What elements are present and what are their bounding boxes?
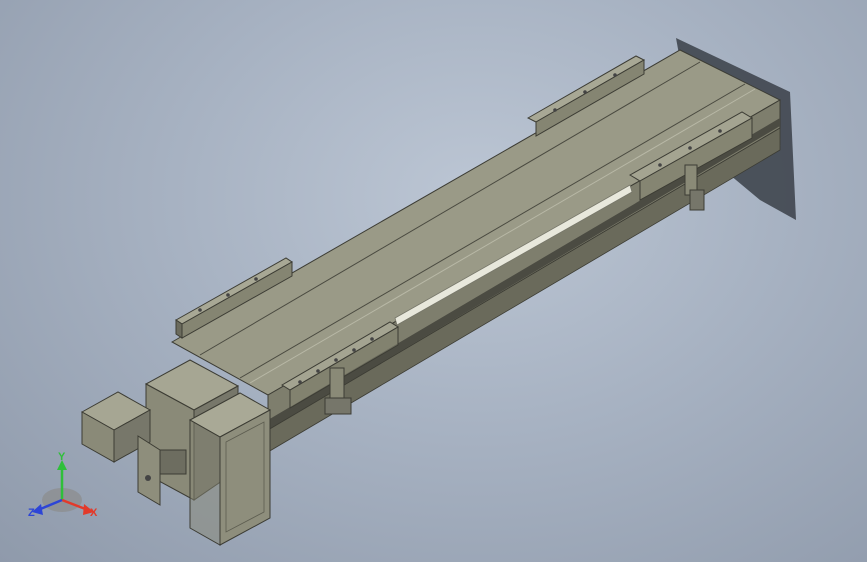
cad-viewport[interactable]: Y X Z [0,0,867,562]
triad-z-label: Z [28,507,35,519]
orientation-triad[interactable]: Y X Z [28,451,98,519]
rail-top-face [170,49,782,396]
end-cover [188,392,272,546]
triad-x-label: X [90,507,98,519]
triad-y-label: Y [58,451,66,463]
model-canvas: Y X Z [28,38,796,546]
